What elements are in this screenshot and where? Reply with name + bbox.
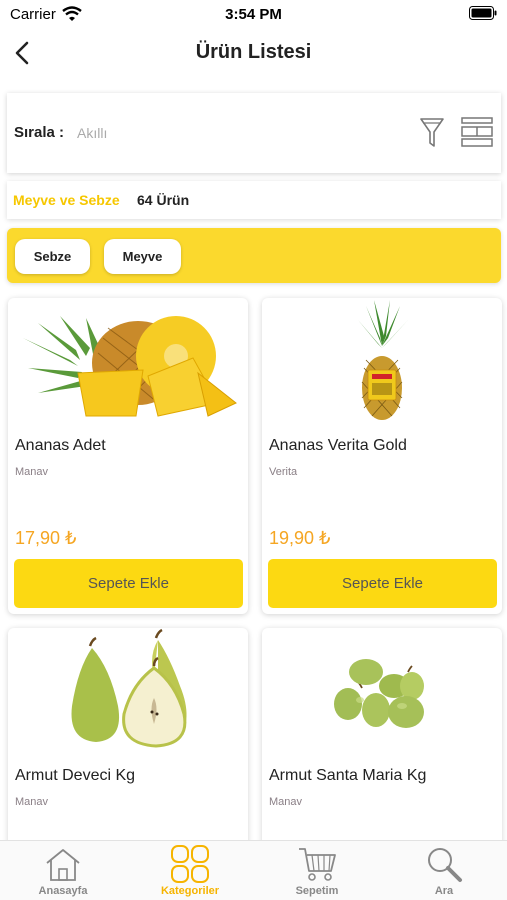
navigation-bar: Ürün Listesi — [0, 30, 507, 76]
tab-ara[interactable]: Ara — [381, 841, 507, 900]
tab-label: Sepetim — [295, 885, 339, 897]
grid-icon — [171, 845, 209, 883]
product-name: Armut Santa Maria Kg — [269, 767, 427, 784]
sort-value[interactable]: Akıllı — [77, 125, 107, 141]
tab-bar: Anasayfa Kategoriler Sepetim Ara — [0, 840, 507, 900]
pears-deveci-image — [71, 628, 187, 748]
product-brand: Manav — [269, 796, 303, 808]
category-bar: Meyve ve Sebze 64 Ürün — [7, 181, 501, 219]
add-to-cart-button[interactable]: Sepete Ekle — [14, 559, 243, 608]
product-count: 64 Ürün — [137, 192, 190, 208]
battery-icon — [469, 6, 497, 20]
chip-sebze[interactable]: Sebze — [15, 239, 90, 274]
pineapple-slices-image — [23, 316, 237, 417]
sort-card: Sırala : Akıllı — [7, 93, 501, 173]
sort-label: Sırala : — [14, 124, 65, 141]
tab-sepetim[interactable]: Sepetim — [254, 841, 380, 900]
pineapple-whole-image — [358, 300, 408, 420]
chip-meyve[interactable]: Meyve — [104, 239, 181, 274]
product-name: Armut Deveci Kg — [15, 767, 136, 784]
tab-anasayfa[interactable]: Anasayfa — [0, 841, 126, 900]
add-to-cart-button[interactable]: Sepete Ekle — [268, 559, 497, 608]
product-card[interactable]: Ananas Adet Manav 17,90 ₺ Sepete Ekle — [8, 298, 248, 614]
pears-santa-maria-image — [334, 659, 424, 728]
category-name: Meyve ve Sebze — [13, 192, 120, 208]
product-price: 17,90 ₺ — [15, 528, 77, 548]
tab-label: Kategoriler — [160, 885, 220, 897]
product-name: Ananas Adet — [15, 437, 106, 454]
home-icon — [46, 849, 80, 881]
status-bar: Carrier 3:54 PM — [0, 0, 507, 28]
product-brand: Verita — [269, 466, 298, 478]
product-brand: Manav — [15, 796, 49, 808]
search-icon — [428, 848, 462, 882]
product-name: Ananas Verita Gold — [269, 437, 407, 454]
status-time: 3:54 PM — [225, 6, 282, 23]
product-brand: Manav — [15, 466, 49, 478]
funnel-icon[interactable] — [419, 115, 445, 149]
product-price: 19,90 ₺ — [269, 528, 331, 548]
tab-kategoriler[interactable]: Kategoriler — [127, 841, 253, 900]
tab-label: Anasayfa — [38, 885, 88, 897]
page-title: Ürün Listesi — [195, 41, 312, 63]
subcategory-bar: Sebze Meyve — [7, 228, 501, 283]
tab-label: Ara — [434, 885, 454, 897]
grid-layout-icon[interactable] — [461, 117, 493, 147]
cart-icon — [299, 848, 336, 881]
product-card[interactable]: Ananas Verita Gold Verita 19,90 ₺ Sepete… — [262, 298, 502, 614]
